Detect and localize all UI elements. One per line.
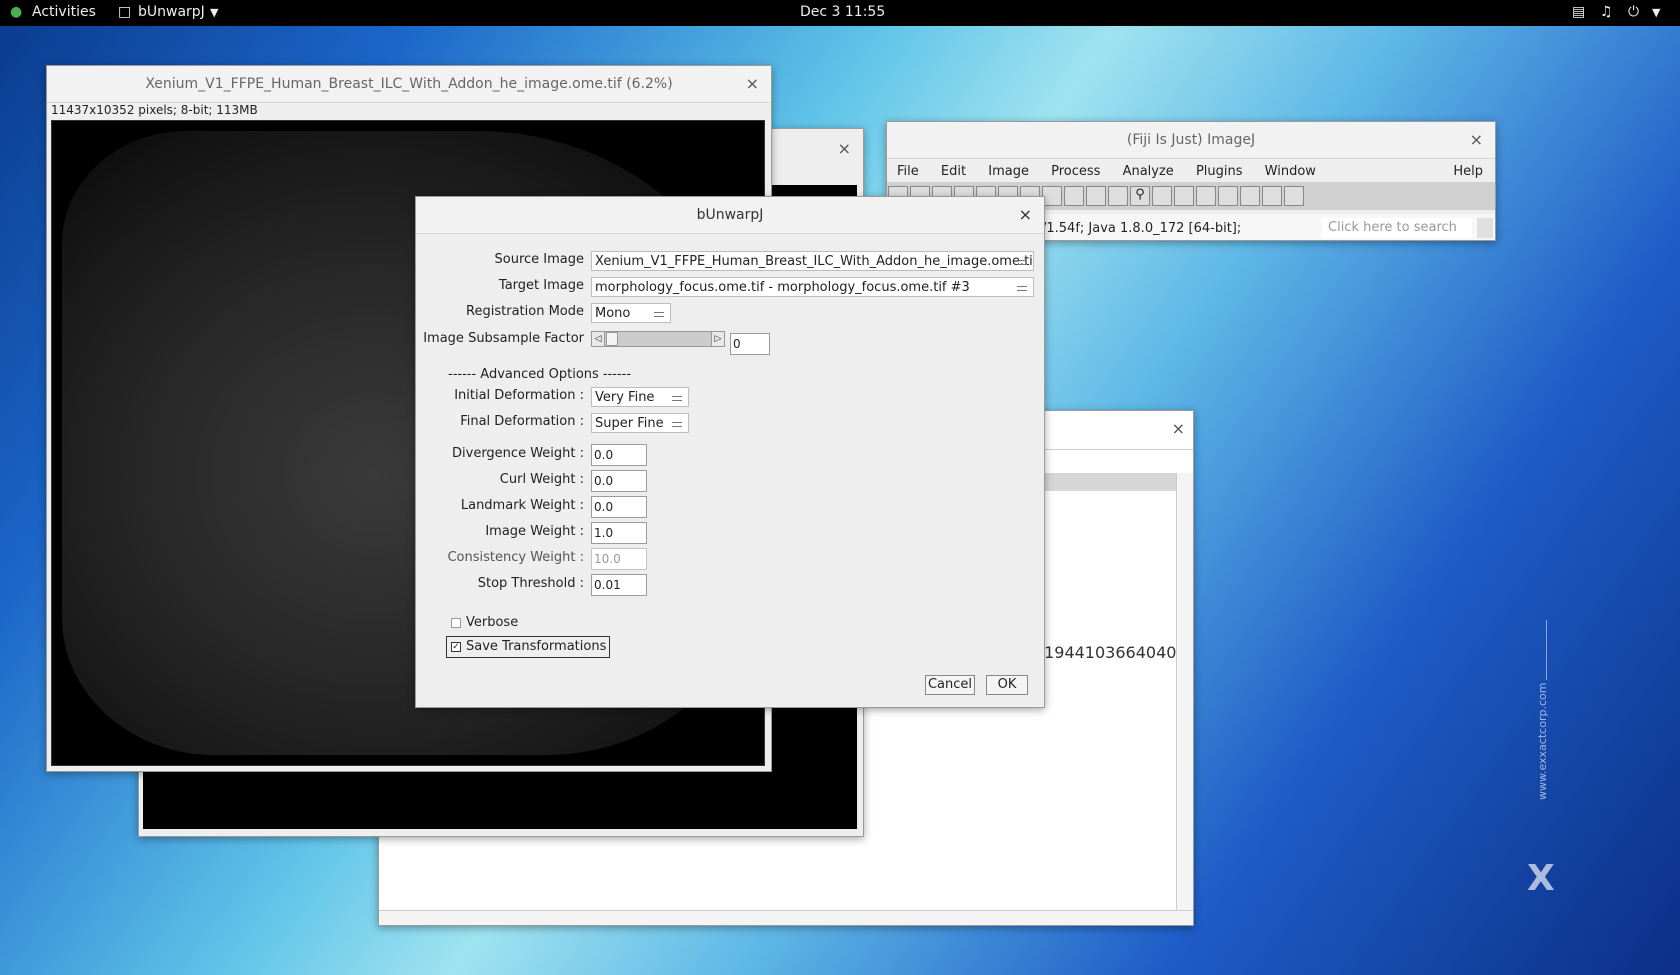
divergence-weight-label: Divergence Weight : — [452, 446, 584, 461]
menu-edit[interactable]: Edit — [941, 164, 966, 179]
dropdown-icon — [672, 422, 682, 427]
tool-icon[interactable] — [1108, 186, 1128, 206]
close-icon[interactable]: × — [838, 139, 851, 158]
tool-icon[interactable] — [1196, 186, 1216, 206]
source-image-select[interactable]: Xenium_V1_FFPE_Human_Breast_ILC_With_Add… — [591, 251, 1034, 271]
landmark-weight-label: Landmark Weight : — [460, 498, 584, 513]
stop-threshold-input[interactable]: 0.01 — [591, 574, 647, 596]
dialog-title[interactable]: bUnwarpJ — [416, 197, 1044, 234]
menu-plugins[interactable]: Plugins — [1196, 164, 1243, 179]
final-deformation-select[interactable]: Super Fine — [591, 413, 689, 433]
source-image-value: Xenium_V1_FFPE_Human_Breast_ILC_With_Add… — [595, 254, 1034, 269]
tool-icon[interactable] — [1152, 186, 1172, 206]
brand-logo-icon: X — [1527, 858, 1555, 899]
initial-deformation-value: Very Fine — [595, 390, 655, 405]
subsample-slider[interactable]: ◁ ▷ — [591, 331, 725, 347]
menu-process[interactable]: Process — [1051, 164, 1100, 179]
registration-mode-value: Mono — [595, 306, 631, 321]
consistency-weight-label: Consistency Weight : — [447, 550, 584, 565]
chevron-down-icon[interactable]: ▼ — [210, 6, 218, 19]
watermark-line — [1546, 620, 1547, 680]
save-transformations-option[interactable]: ✓ Save Transformations — [446, 636, 610, 658]
close-icon[interactable]: × — [1172, 419, 1185, 438]
tool-icon[interactable] — [1174, 186, 1194, 206]
landmark-weight-input[interactable]: 0.0 — [591, 496, 647, 518]
search-input[interactable]: Click here to search — [1322, 218, 1472, 238]
power-icon[interactable]: ⏻ — [1628, 4, 1639, 20]
image-weight-label: Image Weight : — [485, 524, 584, 539]
tool-icon[interactable] — [1284, 186, 1304, 206]
tool-icon[interactable] — [1240, 186, 1260, 206]
dropdown-icon — [672, 396, 682, 401]
network-icon[interactable]: ▤ — [1572, 4, 1585, 20]
stop-threshold-label: Stop Threshold : — [477, 576, 584, 591]
imagej-title[interactable]: (Fiji Is Just) ImageJ — [887, 122, 1495, 159]
close-icon[interactable]: × — [1470, 122, 1483, 158]
tool-icon[interactable] — [1086, 186, 1106, 206]
target-image-select[interactable]: morphology_focus.ome.tif - morphology_fo… — [591, 277, 1034, 297]
curl-weight-label: Curl Weight : — [499, 472, 584, 487]
cancel-button[interactable]: Cancel — [925, 675, 975, 695]
target-image-label: Target Image — [498, 278, 584, 293]
subsample-label: Image Subsample Factor — [423, 331, 584, 346]
activities-button[interactable]: Activities — [32, 4, 96, 20]
slider-right-icon[interactable]: ▷ — [711, 332, 724, 346]
window-title[interactable]: Xenium_V1_FFPE_Human_Breast_ILC_With_Add… — [47, 66, 771, 103]
activities-icon: ● — [10, 4, 23, 20]
menu-help[interactable]: Help — [1453, 164, 1483, 179]
initial-deformation-select[interactable]: Very Fine — [591, 387, 689, 407]
dropdown-icon — [1017, 260, 1027, 265]
checkmark-icon[interactable]: ✓ — [451, 642, 461, 652]
top-bar: ● Activities □ bUnwarpJ ▼ Dec 3 11:55 ▤ … — [0, 0, 1680, 26]
image-weight-input[interactable]: 1.0 — [591, 522, 647, 544]
menu-bar: File Edit Image Process Analyze Plugins … — [897, 164, 1334, 179]
magnifier-icon[interactable]: ⚲ — [1130, 186, 1150, 206]
slider-thumb[interactable] — [606, 332, 618, 346]
app-icon: □ — [118, 4, 132, 20]
app-menu-button[interactable]: bUnwarpJ — [138, 4, 205, 20]
close-icon[interactable]: × — [746, 66, 759, 102]
dropdown-icon — [654, 312, 664, 317]
chevron-down-icon[interactable]: ▼ — [1652, 6, 1660, 19]
tool-icon[interactable] — [1042, 186, 1062, 206]
menu-file[interactable]: File — [897, 164, 919, 179]
final-deformation-label: Final Deformation : — [460, 414, 584, 429]
log-value: .1944103664040 — [1039, 643, 1177, 662]
divergence-weight-input[interactable]: 0.0 — [591, 444, 647, 466]
tool-icon[interactable] — [1218, 186, 1238, 206]
vertical-scrollbar[interactable] — [1176, 473, 1193, 913]
registration-mode-select[interactable]: Mono — [591, 303, 671, 323]
verbose-checkbox[interactable] — [451, 618, 461, 628]
menu-image[interactable]: Image — [988, 164, 1029, 179]
close-icon[interactable]: × — [1019, 197, 1032, 233]
status-text: /1.54f; Java 1.8.0_172 [64-bit]; — [1042, 221, 1242, 236]
search-side-box — [1477, 218, 1493, 238]
bunwarpj-dialog[interactable]: bUnwarpJ × Source Image Xenium_V1_FFPE_H… — [415, 196, 1045, 708]
subsample-input[interactable]: 0 — [730, 333, 770, 355]
curl-weight-input[interactable]: 0.0 — [591, 470, 647, 492]
tool-icon[interactable] — [1064, 186, 1084, 206]
consistency-weight-input: 10.0 — [591, 548, 647, 570]
save-transformations-label: Save Transformations — [466, 639, 607, 654]
advanced-options-header: ------ Advanced Options ------ — [448, 367, 632, 382]
tool-icon[interactable] — [1262, 186, 1282, 206]
source-image-label: Source Image — [494, 252, 585, 267]
watermark-text: www.exxactcorp.com — [1536, 682, 1549, 800]
menu-analyze[interactable]: Analyze — [1123, 164, 1174, 179]
slider-left-icon[interactable]: ◁ — [592, 332, 605, 346]
image-info: 11437x10352 pixels; 8-bit; 113MB — [51, 103, 258, 117]
registration-mode-label: Registration Mode — [466, 304, 584, 319]
initial-deformation-label: Initial Deformation : — [454, 388, 584, 403]
ok-button[interactable]: OK — [986, 675, 1028, 695]
target-image-value: morphology_focus.ome.tif - morphology_fo… — [595, 280, 970, 295]
menu-window[interactable]: Window — [1265, 164, 1316, 179]
clock[interactable]: Dec 3 11:55 — [800, 4, 885, 20]
horizontal-scrollbar[interactable] — [379, 910, 1193, 925]
volume-icon[interactable]: ♫ — [1600, 4, 1613, 20]
verbose-label: Verbose — [466, 615, 519, 630]
dropdown-icon — [1017, 286, 1027, 291]
final-deformation-value: Super Fine — [595, 416, 664, 431]
